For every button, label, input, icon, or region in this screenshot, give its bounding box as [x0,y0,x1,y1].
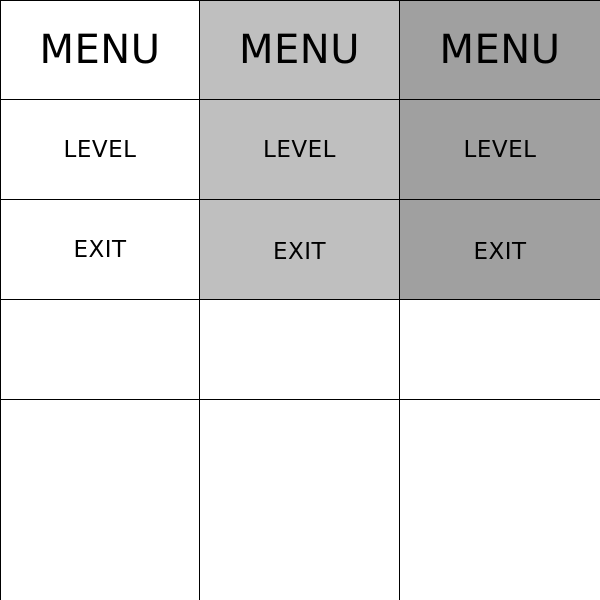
menu-label: MENU [239,27,360,73]
empty-cell [200,400,400,600]
level-label: LEVEL [463,136,537,163]
empty-cell [0,300,200,400]
exit-label: EXIT [272,238,327,265]
menu-button-pressed[interactable]: MENU [400,0,600,100]
empty-cell [200,300,400,400]
exit-button-hover[interactable]: EXIT [200,200,400,300]
exit-button-pressed[interactable]: EXIT [400,200,600,300]
level-button-hover[interactable]: LEVEL [200,100,400,200]
level-button-pressed[interactable]: LEVEL [400,100,600,200]
menu-state-grid: MENU MENU MENU LEVEL LEVEL LEVEL EXIT EX… [0,0,600,600]
exit-button-normal[interactable]: EXIT [0,200,200,300]
menu-button-normal[interactable]: MENU [0,0,200,100]
level-label: LEVEL [63,136,137,163]
exit-label: EXIT [73,236,127,263]
exit-label: EXIT [473,238,527,265]
empty-cell [400,300,600,400]
menu-label: MENU [439,27,561,73]
level-label: LEVEL [263,136,336,163]
empty-cell [0,400,200,600]
level-button-normal[interactable]: LEVEL [0,100,200,200]
menu-label: MENU [39,27,161,73]
empty-cell [400,400,600,600]
menu-button-hover[interactable]: MENU [200,0,400,100]
